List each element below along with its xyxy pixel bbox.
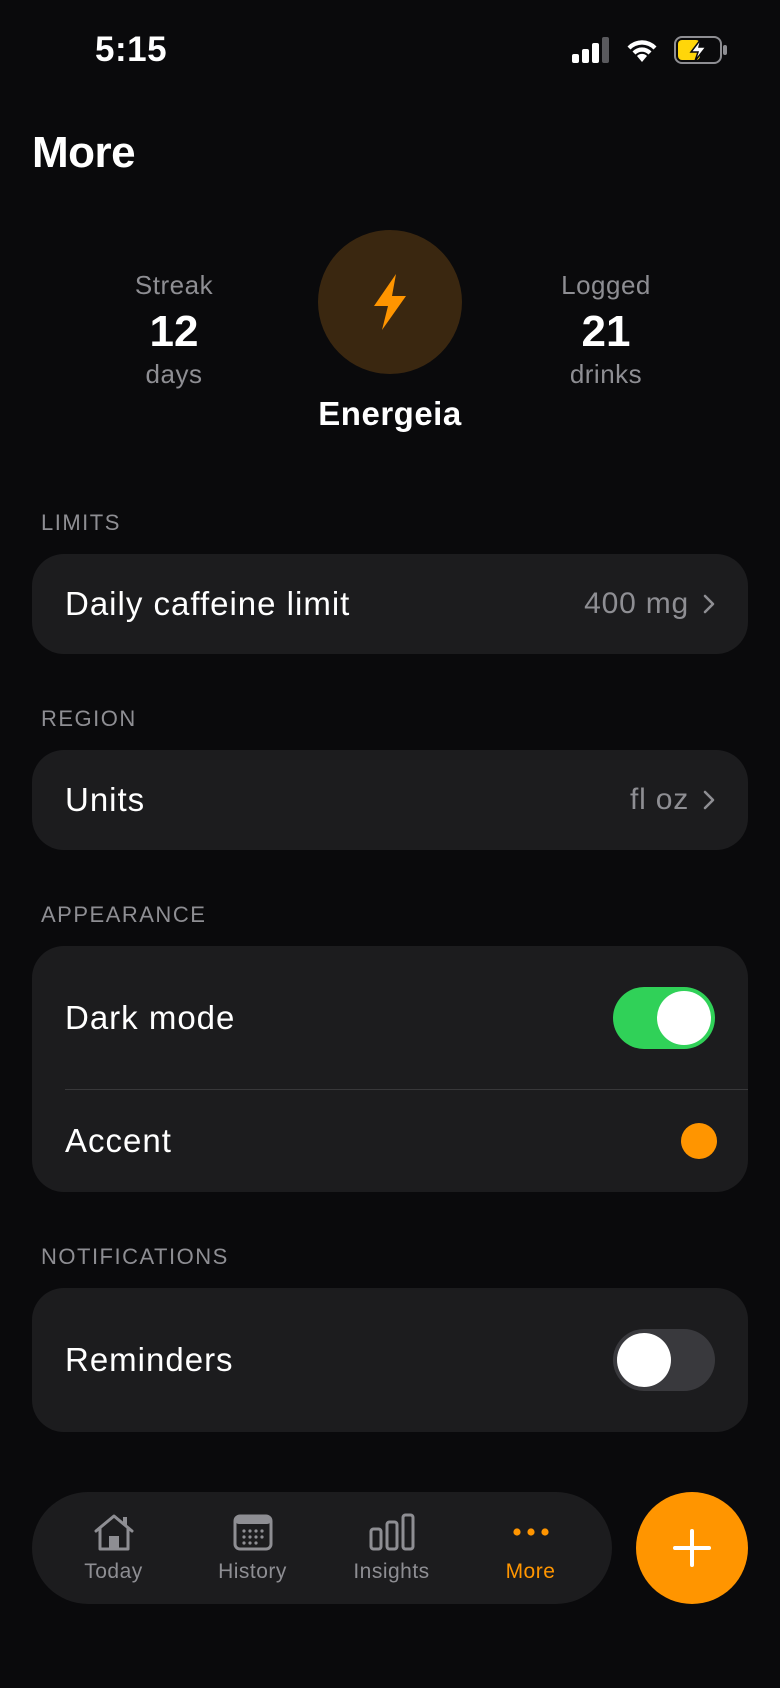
lightning-bolt-icon bbox=[374, 274, 406, 330]
add-drink-button[interactable] bbox=[636, 1492, 748, 1604]
units-value: fl oz bbox=[629, 783, 689, 816]
tab-label: Insights bbox=[353, 1560, 430, 1583]
tab-more[interactable]: More bbox=[461, 1512, 600, 1584]
streak-value: 12 bbox=[149, 307, 199, 356]
logged-label: Logged bbox=[561, 270, 651, 300]
battery-charging-icon bbox=[674, 36, 727, 64]
plus-icon bbox=[673, 1529, 711, 1567]
tab-label: History bbox=[218, 1560, 287, 1583]
reminders-toggle[interactable] bbox=[613, 1329, 715, 1391]
units-label: Units bbox=[65, 781, 146, 818]
logged-value: 21 bbox=[581, 307, 631, 356]
reminders-row: Reminders bbox=[32, 1288, 748, 1432]
accent-row[interactable]: Accent bbox=[32, 1090, 748, 1192]
status-icons bbox=[572, 36, 728, 64]
daily-caffeine-limit-value-group: 400 mg bbox=[584, 587, 715, 621]
toggle-knob bbox=[657, 991, 711, 1045]
app-name: Energeia bbox=[318, 395, 462, 432]
notifications-card: Reminders bbox=[32, 1288, 748, 1432]
status-bar: 5:15 bbox=[0, 0, 780, 104]
logged-unit: drinks bbox=[569, 359, 643, 389]
accent-label: Accent bbox=[65, 1122, 172, 1159]
house-icon bbox=[92, 1512, 136, 1552]
section-header-notifications: NOTIFICATIONS bbox=[41, 1244, 229, 1269]
tab-bar: Today History Insights More bbox=[32, 1492, 612, 1604]
app-avatar bbox=[318, 230, 462, 374]
tab-insights[interactable]: Insights bbox=[322, 1512, 461, 1584]
tab-today[interactable]: Today bbox=[44, 1512, 183, 1584]
wifi-icon bbox=[627, 40, 657, 62]
dark-mode-row: Dark mode bbox=[32, 946, 748, 1090]
section-header-appearance: APPEARANCE bbox=[41, 902, 207, 927]
streak-stat: Streak 12 days bbox=[74, 270, 274, 390]
daily-caffeine-limit-value: 400 mg bbox=[584, 587, 689, 620]
reminders-label: Reminders bbox=[65, 1341, 234, 1378]
page-title: More bbox=[32, 128, 136, 177]
daily-caffeine-limit-row[interactable]: Daily caffeine limit 400 mg bbox=[32, 554, 748, 654]
logged-stat: Logged 21 drinks bbox=[506, 270, 706, 390]
dark-mode-toggle[interactable] bbox=[613, 987, 715, 1049]
chevron-right-icon bbox=[703, 594, 715, 614]
streak-label: Streak bbox=[134, 270, 214, 300]
bar-chart-icon bbox=[369, 1512, 415, 1552]
tab-label: Today bbox=[84, 1560, 143, 1583]
units-value-group: fl oz bbox=[630, 783, 715, 817]
accent-color-swatch[interactable] bbox=[681, 1123, 717, 1159]
tab-label: More bbox=[505, 1560, 556, 1583]
profile-summary: Streak 12 days Energeia Logged 21 drinks bbox=[0, 225, 780, 445]
region-card: Units fl oz bbox=[32, 750, 748, 850]
cellular-signal-icon bbox=[572, 37, 609, 63]
status-time: 5:15 bbox=[95, 30, 168, 69]
calendar-icon bbox=[233, 1512, 273, 1552]
chevron-right-icon bbox=[703, 790, 715, 810]
dark-mode-label: Dark mode bbox=[65, 999, 236, 1036]
limits-card: Daily caffeine limit 400 mg bbox=[32, 554, 748, 654]
toggle-knob bbox=[617, 1333, 671, 1387]
ellipsis-icon bbox=[511, 1512, 551, 1552]
streak-unit: days bbox=[145, 359, 203, 389]
section-header-limits: LIMITS bbox=[41, 510, 121, 535]
appearance-card: Dark mode Accent bbox=[32, 946, 748, 1192]
tab-history[interactable]: History bbox=[183, 1512, 322, 1584]
section-header-region: REGION bbox=[41, 706, 137, 731]
daily-caffeine-limit-label: Daily caffeine limit bbox=[65, 585, 351, 622]
units-row[interactable]: Units fl oz bbox=[32, 750, 748, 850]
